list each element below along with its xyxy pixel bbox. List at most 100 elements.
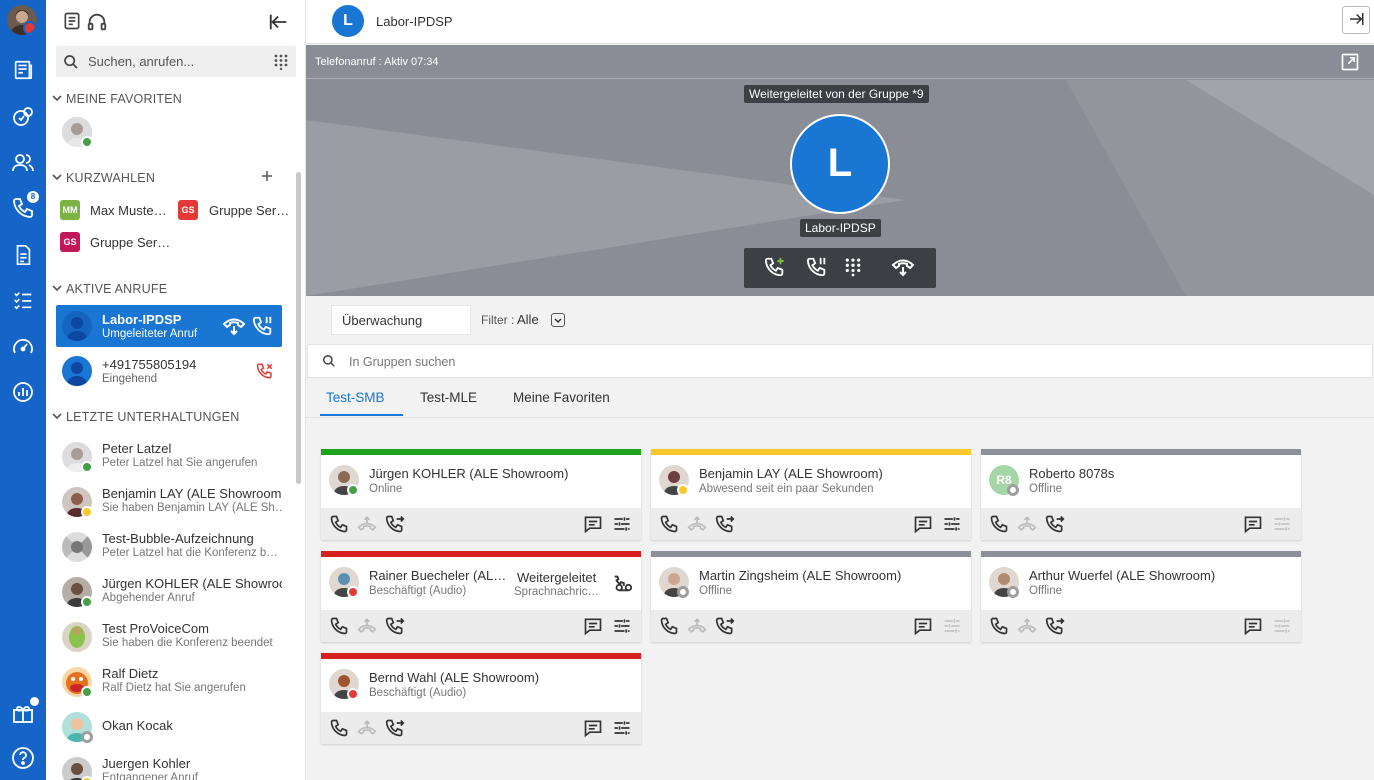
member-card[interactable]: Bernd Wahl (ALE Showroom) Beschäftigt (A… (321, 653, 641, 744)
hold-call-icon[interactable] (252, 315, 274, 340)
member-card[interactable]: Jürgen KOHLER (ALE Showroom) Online (321, 449, 641, 540)
calls-icon[interactable]: 8 (10, 191, 39, 221)
popout-icon[interactable] (1340, 52, 1360, 75)
help-icon[interactable] (10, 745, 36, 771)
conversation-item[interactable]: Okan Kocak (56, 706, 292, 750)
headset-icon[interactable] (86, 11, 108, 36)
tab-test-mle[interactable]: Test-MLE (420, 390, 477, 405)
pickup-icon[interactable] (687, 514, 707, 534)
contact-card-icon[interactable] (62, 11, 82, 34)
speed-dial-badge[interactable]: MM (60, 200, 80, 220)
dialpad-icon[interactable] (274, 54, 288, 73)
chevron-down-icon (52, 171, 66, 185)
conversations-header[interactable]: LETZTE UNTERHALTUNGEN (52, 410, 239, 424)
conversation-item[interactable]: Ralf Dietz Ralf Dietz hat Sie angerufen (56, 661, 292, 705)
forward-icon[interactable] (715, 514, 735, 534)
speed-dial-header[interactable]: KURZWAHLEN (52, 171, 155, 185)
speed-dial-label[interactable]: Gruppe Ser… (90, 235, 170, 250)
decline-call-icon[interactable] (256, 362, 274, 383)
chat-icon[interactable] (913, 514, 933, 534)
settings-sliders-icon[interactable] (612, 616, 632, 636)
settings-sliders-icon[interactable] (1272, 616, 1292, 636)
pickup-icon[interactable] (357, 616, 377, 636)
conversation-item[interactable]: Benjamin LAY (ALE Showroom Sie haben Ben… (56, 481, 292, 525)
my-avatar[interactable] (7, 5, 37, 35)
member-card[interactable]: Rainer Buecheler (AL… Beschäftigt (Audio… (321, 551, 641, 642)
monitoring-select[interactable]: Überwachung (331, 305, 471, 335)
settings-sliders-icon[interactable] (942, 616, 962, 636)
pickup-icon[interactable] (357, 514, 377, 534)
gift-icon[interactable] (10, 697, 39, 726)
forward-icon[interactable] (385, 616, 405, 636)
sidebar-scrollbar[interactable] (296, 172, 301, 484)
tasks-icon[interactable] (10, 287, 36, 313)
dashboard-icon[interactable] (10, 334, 36, 360)
filter-value[interactable]: Alle (517, 312, 539, 327)
analytics-icon[interactable] (10, 379, 36, 405)
pickup-icon[interactable] (1017, 514, 1037, 534)
transfer-call-icon[interactable] (222, 316, 246, 339)
pickup-icon[interactable] (1017, 616, 1037, 636)
header-avatar[interactable]: L (332, 5, 364, 37)
call-icon[interactable] (989, 616, 1009, 636)
hold-icon (806, 256, 828, 281)
tab-my-favorites[interactable]: Meine Favoriten (513, 390, 610, 405)
filter-dropdown-button[interactable] (551, 313, 565, 327)
call-icon[interactable] (329, 616, 349, 636)
settings-sliders-icon[interactable] (1272, 514, 1292, 534)
pickup-icon[interactable] (357, 718, 377, 738)
member-card[interactable]: R8 Roberto 8078s Offline (981, 449, 1301, 540)
incoming-call-item[interactable]: +491755805194 Eingehend (56, 350, 282, 392)
active-calls-header[interactable]: AKTIVE ANRUFE (52, 282, 167, 296)
favorites-header[interactable]: MEINE FAVORITEN (52, 92, 182, 106)
conversation-item[interactable]: Peter Latzel Peter Latzel hat Sie angeru… (56, 436, 292, 480)
speed-dial-label[interactable]: Gruppe Ser… (209, 203, 289, 218)
active-call-item[interactable]: Labor-IPDSP Umgeleiteter Anruf (56, 305, 282, 347)
call-status: Telefonanruf : Aktiv 07:34 (315, 56, 439, 68)
speed-dial-label[interactable]: Max Muste… (90, 203, 167, 218)
call-icon[interactable] (329, 718, 349, 738)
voicemail-icon[interactable] (10, 242, 36, 268)
pickup-icon[interactable] (687, 616, 707, 636)
conversation-item[interactable]: Jürgen KOHLER (ALE Showroor Abgehender A… (56, 571, 292, 615)
call-icon[interactable] (659, 514, 679, 534)
member-card[interactable]: Martin Zingsheim (ALE Showroom) Offline (651, 551, 971, 642)
forward-icon[interactable] (1045, 514, 1065, 534)
conversation-item[interactable]: Test-Bubble-Aufzeichnung Peter Latzel ha… (56, 526, 292, 570)
call-icon[interactable] (329, 514, 349, 534)
conversation-item[interactable]: Test ProVoiceCom Sie haben die Konferenz… (56, 616, 292, 660)
group-search-input[interactable]: In Gruppen suchen (307, 344, 1373, 378)
settings-sliders-icon[interactable] (612, 718, 632, 738)
speed-dial-badge[interactable]: GS (178, 200, 198, 220)
member-card[interactable]: Arthur Wuerfel (ALE Showroom) Offline (981, 551, 1301, 642)
contacts-icon[interactable] (10, 150, 36, 176)
forward-icon[interactable] (385, 718, 405, 738)
forward-icon[interactable] (715, 616, 735, 636)
call-icon[interactable] (989, 514, 1009, 534)
add-speed-dial-icon[interactable] (261, 170, 273, 185)
close-conversation-button[interactable] (1342, 6, 1370, 34)
add-participant-button[interactable] (764, 257, 786, 279)
transfer-button[interactable] (890, 257, 916, 279)
news-icon[interactable] (10, 57, 36, 83)
hold-button[interactable] (806, 257, 828, 279)
chat-icon[interactable] (583, 718, 603, 738)
forward-icon[interactable] (1045, 616, 1065, 636)
call-icon[interactable] (659, 616, 679, 636)
tab-test-smb[interactable]: Test-SMB (326, 390, 385, 405)
chat-icon[interactable] (1243, 616, 1263, 636)
bubbles-icon[interactable] (10, 104, 36, 130)
chat-icon[interactable] (1243, 514, 1263, 534)
settings-sliders-icon[interactable] (942, 514, 962, 534)
forward-icon[interactable] (385, 514, 405, 534)
speed-dial-badge[interactable]: GS (60, 232, 80, 252)
chat-icon[interactable] (583, 514, 603, 534)
chat-icon[interactable] (583, 616, 603, 636)
settings-sliders-icon[interactable] (612, 514, 632, 534)
collapse-sidebar-icon[interactable] (268, 11, 290, 36)
dialpad-button[interactable] (842, 257, 864, 279)
conversation-item[interactable]: Juergen Kohler Entgangener Anruf (56, 751, 292, 780)
sidebar-search-input[interactable]: Suchen, anrufen... (56, 46, 296, 77)
member-card[interactable]: Benjamin LAY (ALE Showroom) Abwesend sei… (651, 449, 971, 540)
chat-icon[interactable] (913, 616, 933, 636)
